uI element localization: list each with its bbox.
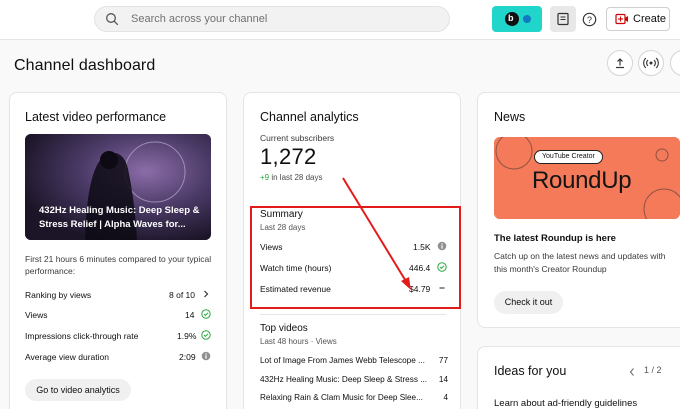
upload-button[interactable] xyxy=(607,50,633,76)
video-thumbnail[interactable]: 432Hz Healing Music: Deep Sleep & Stress… xyxy=(25,134,211,240)
divider xyxy=(260,314,446,315)
create-button-label: Create xyxy=(633,13,667,25)
top-video-row[interactable]: 432Hz Healing Music: Deep Sleep & Stress… xyxy=(260,375,448,387)
chevron-left-icon[interactable] xyxy=(628,367,636,377)
message-icon xyxy=(557,12,569,26)
news-body: Catch up on the latest news and updates … xyxy=(494,251,666,274)
broadcast-icon xyxy=(643,57,659,69)
messages-button[interactable] xyxy=(550,6,576,32)
go-live-button[interactable] xyxy=(638,50,664,76)
create-button[interactable]: Create xyxy=(606,7,670,31)
subscribers-count: 1,272 xyxy=(260,144,317,169)
metric-row-ranking[interactable]: Ranking by views 8 of 10 xyxy=(25,290,215,304)
card-title: News xyxy=(494,110,526,124)
check-circle-icon xyxy=(201,330,211,340)
card-title: Ideas for you xyxy=(494,364,567,378)
subscribers-change: +9 in last 28 days xyxy=(260,173,323,182)
subscribers-label: Current subscribers xyxy=(260,133,335,143)
live-status-button[interactable]: b xyxy=(492,6,542,32)
news-image-heading: RoundUp xyxy=(532,167,632,194)
video-add-icon xyxy=(615,13,628,25)
upload-icon xyxy=(616,58,624,69)
top-video-row[interactable]: Relaxing Rain & Clam Music for Deep Slee… xyxy=(260,393,448,405)
go-to-video-analytics-button[interactable]: Go to video analytics xyxy=(25,379,131,401)
info-circle-icon xyxy=(201,351,211,361)
channel-badge-icon: b xyxy=(505,12,519,26)
thumbnail-title: 432Hz Healing Music: Deep Sleep & Stress… xyxy=(39,205,200,230)
news-headline: The latest Roundup is here xyxy=(494,233,616,244)
news-image[interactable]: YouTube Creator RoundUp xyxy=(494,137,680,219)
latest-video-card: Latest video performance 432Hz Healing M… xyxy=(9,92,227,409)
ideas-pager: 1 / 2 xyxy=(644,365,662,375)
top-videos-period: Last 48 hours · Views xyxy=(260,337,337,346)
summary-highlight-box xyxy=(250,206,461,309)
help-icon: ? xyxy=(582,12,596,26)
check-it-out-button[interactable]: Check it out xyxy=(494,291,563,314)
news-image-pill: YouTube Creator xyxy=(534,150,603,164)
ideas-card: Ideas for you 1 / 2 Learn about ad-frien… xyxy=(477,346,680,409)
metric-row-avg-duration: Average view duration 2:09 xyxy=(25,351,215,366)
top-video-row[interactable]: Lot of Image From James Webb Telescope .… xyxy=(260,356,448,368)
help-button[interactable]: ? xyxy=(576,6,602,32)
metric-row-ctr: Impressions click-through rate 1.9% xyxy=(25,330,215,345)
card-title: Latest video performance xyxy=(25,110,167,124)
performance-description: First 21 hours 6 minutes compared to you… xyxy=(25,254,212,276)
search-input[interactable]: Search across your channel xyxy=(131,13,267,25)
check-circle-icon xyxy=(201,309,211,319)
search-icon xyxy=(106,13,119,26)
news-card: News YouTube Creator RoundUp The latest … xyxy=(477,92,680,328)
top-app-bar: Search across your channel b ? Create xyxy=(0,0,680,40)
top-videos-title: Top videos xyxy=(260,323,308,334)
page-title: Channel dashboard xyxy=(14,57,156,74)
chevron-right-icon xyxy=(204,290,209,298)
ideas-item[interactable]: Learn about ad-friendly guidelines xyxy=(494,398,637,409)
more-actions-button[interactable] xyxy=(670,50,680,76)
search-bar[interactable]: Search across your channel xyxy=(94,6,450,32)
card-title: Channel analytics xyxy=(260,110,359,124)
status-dot-icon xyxy=(523,15,531,23)
metric-row-views: Views 14 xyxy=(25,309,215,324)
svg-text:?: ? xyxy=(586,14,591,24)
